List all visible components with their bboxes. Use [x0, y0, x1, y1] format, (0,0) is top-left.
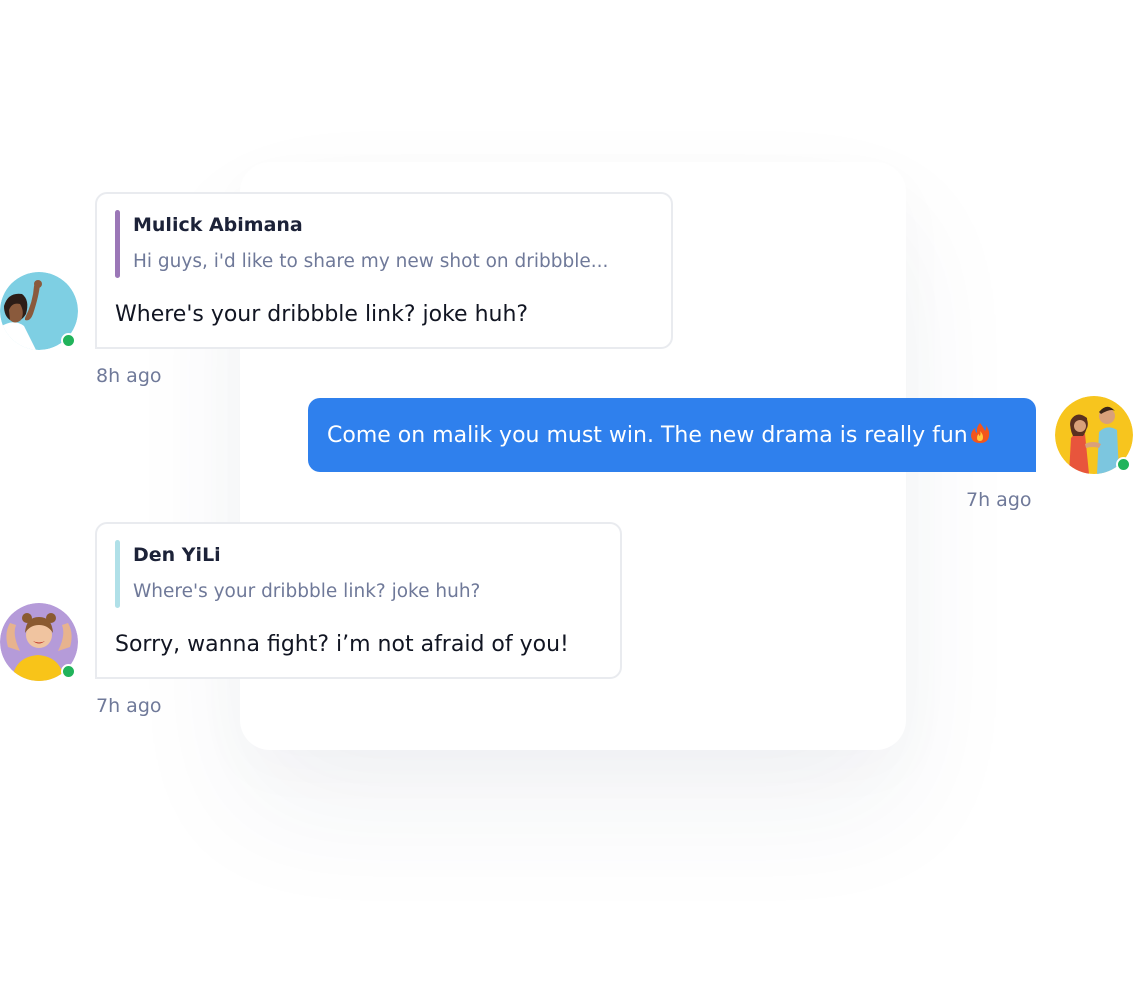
- reply-accent-bar: [115, 210, 120, 278]
- online-status-indicator: [61, 664, 76, 679]
- message-timestamp: 8h ago: [96, 365, 162, 387]
- avatar-current-user[interactable]: [1055, 396, 1133, 474]
- reply-sender-name: Den YiLi: [133, 544, 221, 566]
- reply-sender-name: Mulick Abimana: [133, 214, 303, 236]
- online-status-indicator: [1116, 457, 1131, 472]
- flame-icon: [970, 423, 989, 443]
- message-timestamp: 7h ago: [96, 695, 162, 717]
- reply-quoted-text: Where's your dribbble link? joke huh?: [133, 581, 481, 602]
- avatar-den[interactable]: [0, 603, 78, 681]
- message-text: Where's your dribbble link? joke huh?: [115, 302, 529, 327]
- reply-quoted-text: Hi guys, i'd like to share my new shot o…: [133, 251, 609, 272]
- message-bubble-outgoing[interactable]: Come on malik you must win. The new dram…: [308, 398, 1036, 472]
- avatar-mulick[interactable]: [0, 272, 78, 350]
- message-text-content: Come on malik you must win. The new dram…: [327, 423, 968, 448]
- message-text: Sorry, wanna fight? i’m not afraid of yo…: [115, 632, 569, 657]
- message-bubble[interactable]: Den YiLi Where's your dribbble link? jok…: [95, 522, 622, 679]
- message-text: Come on malik you must win. The new dram…: [327, 422, 990, 448]
- online-status-indicator: [61, 333, 76, 348]
- message-timestamp: 7h ago: [966, 489, 1032, 511]
- reply-accent-bar: [115, 540, 120, 608]
- message-bubble[interactable]: Mulick Abimana Hi guys, i'd like to shar…: [95, 192, 673, 349]
